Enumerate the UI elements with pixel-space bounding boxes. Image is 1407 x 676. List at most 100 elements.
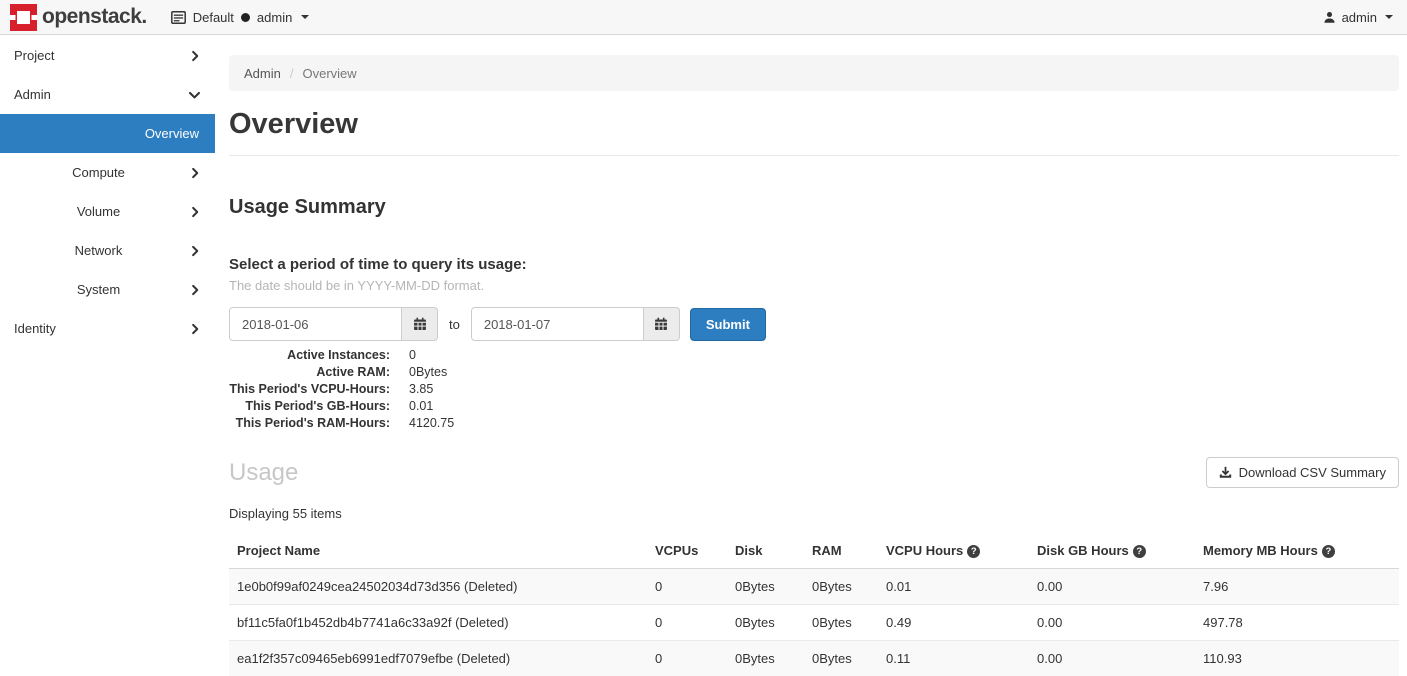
cell-project-name: ea1f2f357c09465eb6991edf7079efbe (Delete… <box>229 641 647 676</box>
sidebar-item-volume[interactable]: Volume <box>0 192 215 231</box>
help-icon[interactable]: ? <box>1133 545 1146 558</box>
top-navbar: openstack. Default admin admin <box>0 0 1407 35</box>
date-format-hint: The date should be in YYYY-MM-DD format. <box>229 278 1399 293</box>
cell-ram: 0Bytes <box>804 605 878 641</box>
cell-vcpu-hours: 0.01 <box>878 569 1029 605</box>
date-range-to-label: to <box>449 317 460 332</box>
usage-stats: Active Instances: 0 Active RAM: 0Bytes T… <box>229 347 1399 432</box>
column-vcpu-hours[interactable]: VCPU Hours? <box>878 534 1029 569</box>
sidebar-item-label: System <box>14 282 201 297</box>
user-icon <box>1323 11 1336 24</box>
date-from-calendar-addon[interactable] <box>402 307 438 341</box>
sidebar-item-label: Overview <box>145 126 199 141</box>
sidebar-item-overview[interactable]: Overview <box>0 114 215 153</box>
chevron-right-icon <box>189 167 201 179</box>
context-project-label: admin <box>257 10 292 25</box>
sidebar-item-label: Network <box>14 243 201 258</box>
sidebar-item-label: Compute <box>14 165 201 180</box>
stat-label: This Period's GB-Hours: <box>229 398 390 415</box>
date-to-calendar-addon[interactable] <box>644 307 680 341</box>
sidebar-item-system[interactable]: System <box>0 270 215 309</box>
column-ram[interactable]: RAM <box>804 534 878 569</box>
cell-vcpus: 0 <box>647 641 727 676</box>
chevron-right-icon <box>189 245 201 257</box>
sidebar-item-project[interactable]: Project <box>0 36 215 75</box>
cell-memory-mb-hours: 497.78 <box>1195 605 1399 641</box>
context-domain-label: Default <box>193 10 234 25</box>
download-icon <box>1219 466 1232 479</box>
domain-icon <box>171 11 186 24</box>
usage-table-header: Usage Download CSV Summary <box>229 457 1399 488</box>
sidebar-item-identity[interactable]: Identity <box>0 309 215 348</box>
usage-table: Project Name VCPUs Disk RAM VCPU Hours? … <box>229 534 1399 676</box>
items-count-text: Displaying 55 items <box>229 506 1399 521</box>
openstack-brand[interactable]: openstack. <box>0 4 147 31</box>
column-disk[interactable]: Disk <box>727 534 804 569</box>
sidebar-item-label: Volume <box>14 204 201 219</box>
column-project-name[interactable]: Project Name <box>229 534 647 569</box>
column-label: VCPU Hours <box>886 543 963 558</box>
table-row: ea1f2f357c09465eb6991edf7079efbe (Delete… <box>229 641 1399 676</box>
sidebar-item-compute[interactable]: Compute <box>0 153 215 192</box>
cell-vcpus: 0 <box>647 605 727 641</box>
breadcrumb-separator: / <box>290 66 294 81</box>
date-from-group <box>229 307 438 341</box>
date-from-input[interactable] <box>229 307 402 341</box>
help-icon[interactable]: ? <box>1322 545 1335 558</box>
column-vcpus[interactable]: VCPUs <box>647 534 727 569</box>
usage-date-form: to Submit <box>229 307 1399 341</box>
stat-value: 3.85 <box>409 381 433 398</box>
sidebar-item-admin[interactable]: Admin <box>0 75 215 114</box>
chevron-right-icon <box>189 50 201 62</box>
help-icon[interactable]: ? <box>967 545 980 558</box>
stat-value: 4120.75 <box>409 415 454 432</box>
user-name-label: admin <box>1342 10 1377 25</box>
openstack-logo-icon <box>10 4 37 31</box>
cell-disk-gb-hours: 0.00 <box>1029 569 1195 605</box>
chevron-right-icon <box>189 323 201 335</box>
stat-value: 0.01 <box>409 398 433 415</box>
stat-label: Active RAM: <box>229 364 390 381</box>
user-menu-dropdown[interactable]: admin <box>1323 10 1393 25</box>
date-to-group <box>471 307 680 341</box>
stat-value: 0 <box>409 347 416 364</box>
table-row: 1e0b0f99af0249cea24502034d73d356 (Delete… <box>229 569 1399 605</box>
cell-project-name: bf11c5fa0f1b452db4b7741a6c33a92f (Delete… <box>229 605 647 641</box>
date-to-input[interactable] <box>471 307 644 341</box>
download-csv-label: Download CSV Summary <box>1239 465 1386 480</box>
stat-value: 0Bytes <box>409 364 447 381</box>
stat-gb-hours: This Period's GB-Hours: 0.01 <box>229 398 1399 415</box>
stat-active-ram: Active RAM: 0Bytes <box>229 364 1399 381</box>
breadcrumb: Admin / Overview <box>229 55 1399 91</box>
cell-disk-gb-hours: 0.00 <box>1029 641 1195 676</box>
stat-label: This Period's RAM-Hours: <box>229 415 390 432</box>
cell-project-name: 1e0b0f99af0249cea24502034d73d356 (Delete… <box>229 569 647 605</box>
page-title: Overview <box>229 108 1399 156</box>
chevron-down-icon <box>188 88 201 101</box>
cell-memory-mb-hours: 7.96 <box>1195 569 1399 605</box>
stat-label: This Period's VCPU-Hours: <box>229 381 390 398</box>
column-label: Memory MB Hours <box>1203 543 1318 558</box>
table-row: bf11c5fa0f1b452db4b7741a6c33a92f (Delete… <box>229 605 1399 641</box>
cell-disk: 0Bytes <box>727 641 804 676</box>
cell-disk-gb-hours: 0.00 <box>1029 605 1195 641</box>
usage-summary-title: Usage Summary <box>229 196 1399 219</box>
cell-memory-mb-hours: 110.93 <box>1195 641 1399 676</box>
sidebar-item-label: Identity <box>14 321 56 336</box>
submit-button[interactable]: Submit <box>690 308 766 341</box>
stat-vcpu-hours: This Period's VCPU-Hours: 3.85 <box>229 381 1399 398</box>
column-disk-gb-hours[interactable]: Disk GB Hours? <box>1029 534 1195 569</box>
sidebar-item-label: Admin <box>14 87 51 102</box>
breadcrumb-current: Overview <box>302 66 356 81</box>
column-memory-mb-hours[interactable]: Memory MB Hours? <box>1195 534 1399 569</box>
download-csv-button[interactable]: Download CSV Summary <box>1206 457 1399 488</box>
sidebar-item-network[interactable]: Network <box>0 231 215 270</box>
usage-table-title: Usage <box>229 459 298 487</box>
context-switcher-dropdown[interactable]: Default admin <box>171 10 310 25</box>
brand-text: openstack. <box>42 5 147 29</box>
breadcrumb-admin-link[interactable]: Admin <box>244 66 281 81</box>
caret-down-icon <box>1385 15 1393 19</box>
sidebar-item-label: Project <box>14 48 54 63</box>
stat-label: Active Instances: <box>229 347 390 364</box>
cell-vcpu-hours: 0.49 <box>878 605 1029 641</box>
